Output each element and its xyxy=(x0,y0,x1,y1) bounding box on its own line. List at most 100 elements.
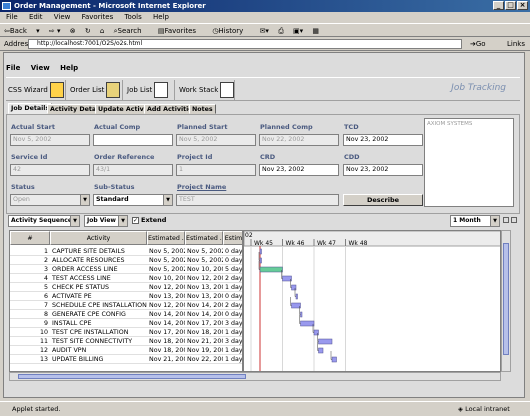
table-row[interactable]: 3 ORDER ACCESS LINE Nov 5, 2002Nov 10, 200… xyxy=(10,265,242,274)
css-wizard-button[interactable]: CSS Wizard xyxy=(6,80,66,100)
table-cell-est-start: Nov 10, 2002 xyxy=(149,275,185,282)
project-id-field[interactable]: 1 xyxy=(176,164,256,176)
app-menu-help[interactable]: Help xyxy=(60,64,78,72)
col-header-est-duration[interactable]: Estim xyxy=(223,231,242,245)
gantt-bar xyxy=(291,284,297,291)
planned-start-field[interactable]: Nov 5, 2002 xyxy=(176,134,256,146)
maximize-button[interactable]: □ xyxy=(505,1,516,10)
week-label: Wk 46 xyxy=(286,240,305,247)
forward-button[interactable]: ⇨ ▾ xyxy=(49,27,61,35)
gantt-chart: 02 Wk 45 Wk 46 Wk 47 Wk 48 xyxy=(243,230,501,372)
planned-comp-field[interactable]: Nov 22, 2002 xyxy=(259,134,339,146)
menu-view[interactable]: View xyxy=(54,13,71,21)
status-select[interactable]: Open ▼ xyxy=(10,194,90,206)
table-row[interactable]: 2 ALLOCATE RESOURCES Nov 5, 2002 Nov 5, 200… xyxy=(10,256,242,265)
close-button[interactable]: × xyxy=(517,1,528,10)
table-row[interactable]: 12 AUDIT VPN Nov 18, 2002Nov 19, 20021 day xyxy=(10,346,243,355)
extend-checkbox[interactable]: ✓ Extend xyxy=(132,216,166,224)
project-name-field[interactable]: TEST xyxy=(176,194,339,206)
discuss-icon[interactable]: ▦ xyxy=(312,27,319,35)
tcd-field[interactable]: Nov 23, 2002 xyxy=(343,134,423,146)
table-row[interactable]: 4 TEST ACCESS LINE Nov 10, 2002Nov 12, 200… xyxy=(10,274,242,283)
order-list-button[interactable]: Order List xyxy=(68,80,123,100)
table-cell-est-start: Nov 5, 2002 xyxy=(149,266,185,273)
table-row[interactable]: 8 GENERATE CPE CONFIG Nov 14, 2002Nov 14, … xyxy=(10,310,242,319)
service-id-field[interactable]: 42 xyxy=(10,164,90,176)
table-cell-dur: 0 days xyxy=(225,248,243,255)
week-label: Wk 45 xyxy=(254,240,273,247)
stop-icon[interactable]: ⊗ xyxy=(70,27,76,35)
maximize-pane-icon[interactable] xyxy=(511,217,517,223)
sub-status-select[interactable]: Standard ▼ xyxy=(93,194,173,206)
time-scale-select[interactable]: 1 Month ▼ xyxy=(450,215,500,227)
table-cell-activity: ORDER ACCESS LINE xyxy=(52,266,118,273)
menu-favorites[interactable]: Favorites xyxy=(82,13,114,21)
table-row[interactable]: 11 TEST SITE CONNECTIVITY Nov 18, 2002Nov … xyxy=(10,337,243,346)
describe-button[interactable]: Describe xyxy=(343,194,423,206)
minimize-button[interactable]: _ xyxy=(493,1,504,10)
home-icon[interactable]: ⌂ xyxy=(100,27,104,35)
search-button[interactable]: ⌕Search xyxy=(114,27,149,35)
tab-notes[interactable]: Notes xyxy=(189,104,216,114)
col-header-est-start[interactable]: Estimated ... xyxy=(147,231,185,245)
table-row[interactable]: 6ACTIVATE PENov 13, 2002Nov 13, 20020 da… xyxy=(10,292,243,301)
print-icon[interactable]: ⎙ xyxy=(278,27,284,35)
job-view-select[interactable]: Job View ▼ xyxy=(84,215,128,227)
col-header-est-end[interactable]: Estimated ... xyxy=(185,231,223,245)
vertical-scrollbar[interactable] xyxy=(501,230,511,372)
table-cell-activity: GENERATE CPE CONFIG xyxy=(52,311,126,318)
links-button[interactable]: Links xyxy=(507,37,525,51)
notes-area[interactable]: AXIOM SYSTEMS xyxy=(424,118,514,207)
table-row[interactable]: 1 CAPTURE SITE DETAILS Nov 5, 2002 Nov 5, 2… xyxy=(10,247,243,256)
tab-job-details[interactable]: Job Details xyxy=(8,103,53,114)
table-row[interactable]: 9 INSTALL CPE Nov 14, 2002Nov 17, 20023 da… xyxy=(10,319,242,328)
table-cell-n: 5 xyxy=(43,284,48,291)
menu-help[interactable]: Help xyxy=(153,13,169,21)
table-cell-est-end: Nov 12, 2002 xyxy=(187,275,223,282)
history-button[interactable]: ◷History xyxy=(212,27,250,35)
go-button[interactable]: ➔Go xyxy=(470,37,486,51)
table-cell-dur: 0 days xyxy=(225,293,243,300)
zone-indicator: ◈ Local intranet xyxy=(458,405,510,413)
address-input[interactable]: http://localhost:7001/O2S/o2s.html xyxy=(28,39,462,49)
mail-icon[interactable]: ✉▾ xyxy=(260,27,269,35)
work-stack-button[interactable]: Work Stack xyxy=(177,80,235,100)
menu-file[interactable]: File xyxy=(6,13,18,21)
app-menu-file[interactable]: File xyxy=(6,64,20,72)
col-header-activity[interactable]: Activity xyxy=(50,231,147,245)
table-row[interactable]: 10 TEST CPE INSTALLATION Nov 17, 2002Nov 1… xyxy=(10,328,242,337)
table-cell-dur: 3 days xyxy=(225,338,243,345)
back-button[interactable]: ⇦Back ▾ xyxy=(4,27,40,35)
favorites-button[interactable]: ▤Favorites xyxy=(158,27,203,35)
menu-tools[interactable]: Tools xyxy=(124,13,141,21)
horizontal-scrollbar[interactable] xyxy=(9,372,501,381)
status-bar: Applet started. ◈ Local intranet xyxy=(0,401,530,415)
refresh-icon[interactable]: ↻ xyxy=(85,27,91,35)
gantt-bar xyxy=(313,329,319,336)
app-menu-view[interactable]: View xyxy=(31,64,50,72)
job-list-button[interactable]: Job List xyxy=(125,80,175,100)
restore-icon[interactable] xyxy=(503,217,509,223)
table-cell-est-end: Nov 5, 2002 xyxy=(187,257,223,264)
edit-icon[interactable]: ▣▾ xyxy=(293,27,303,35)
actual-comp-field[interactable] xyxy=(93,134,173,146)
activity-sequence-select[interactable]: Activity Sequence ▼ xyxy=(8,215,80,227)
table-row[interactable]: 5 CHECK PE STATUS Nov 12, 2002Nov 13, 2002… xyxy=(10,283,242,292)
scroll-thumb[interactable] xyxy=(503,243,509,355)
table-cell-est-end: Nov 14, 2002 xyxy=(187,311,223,318)
table-cell-dur: 1 day xyxy=(225,347,243,354)
table-cell-activity: CHECK PE STATUS xyxy=(52,284,110,291)
order-reference-field[interactable]: 43/1 xyxy=(93,164,173,176)
cdd-field[interactable]: Nov 23, 2002 xyxy=(343,164,423,176)
project-id-label: Project Id xyxy=(177,153,213,161)
menu-edit[interactable]: Edit xyxy=(29,13,43,21)
table-row[interactable]: 7 SCHEDULE CPE INSTALLATIONNov 12, 2002No… xyxy=(10,301,242,310)
col-header-number[interactable]: # xyxy=(10,231,50,245)
scroll-thumb[interactable] xyxy=(18,374,246,379)
table-cell-est-start: Nov 17, 2002 xyxy=(149,329,185,336)
table-row[interactable]: 13 UPDATE BILLING Nov 21, 2002Nov 22, 2002… xyxy=(10,355,242,364)
actual-start-field[interactable]: Nov 5, 2002 xyxy=(10,134,90,146)
crd-field[interactable]: Nov 23, 2002 xyxy=(259,164,339,176)
table-cell-est-start: Nov 14, 2002 xyxy=(149,320,185,327)
table-cell-activity: INSTALL CPE xyxy=(52,320,92,327)
